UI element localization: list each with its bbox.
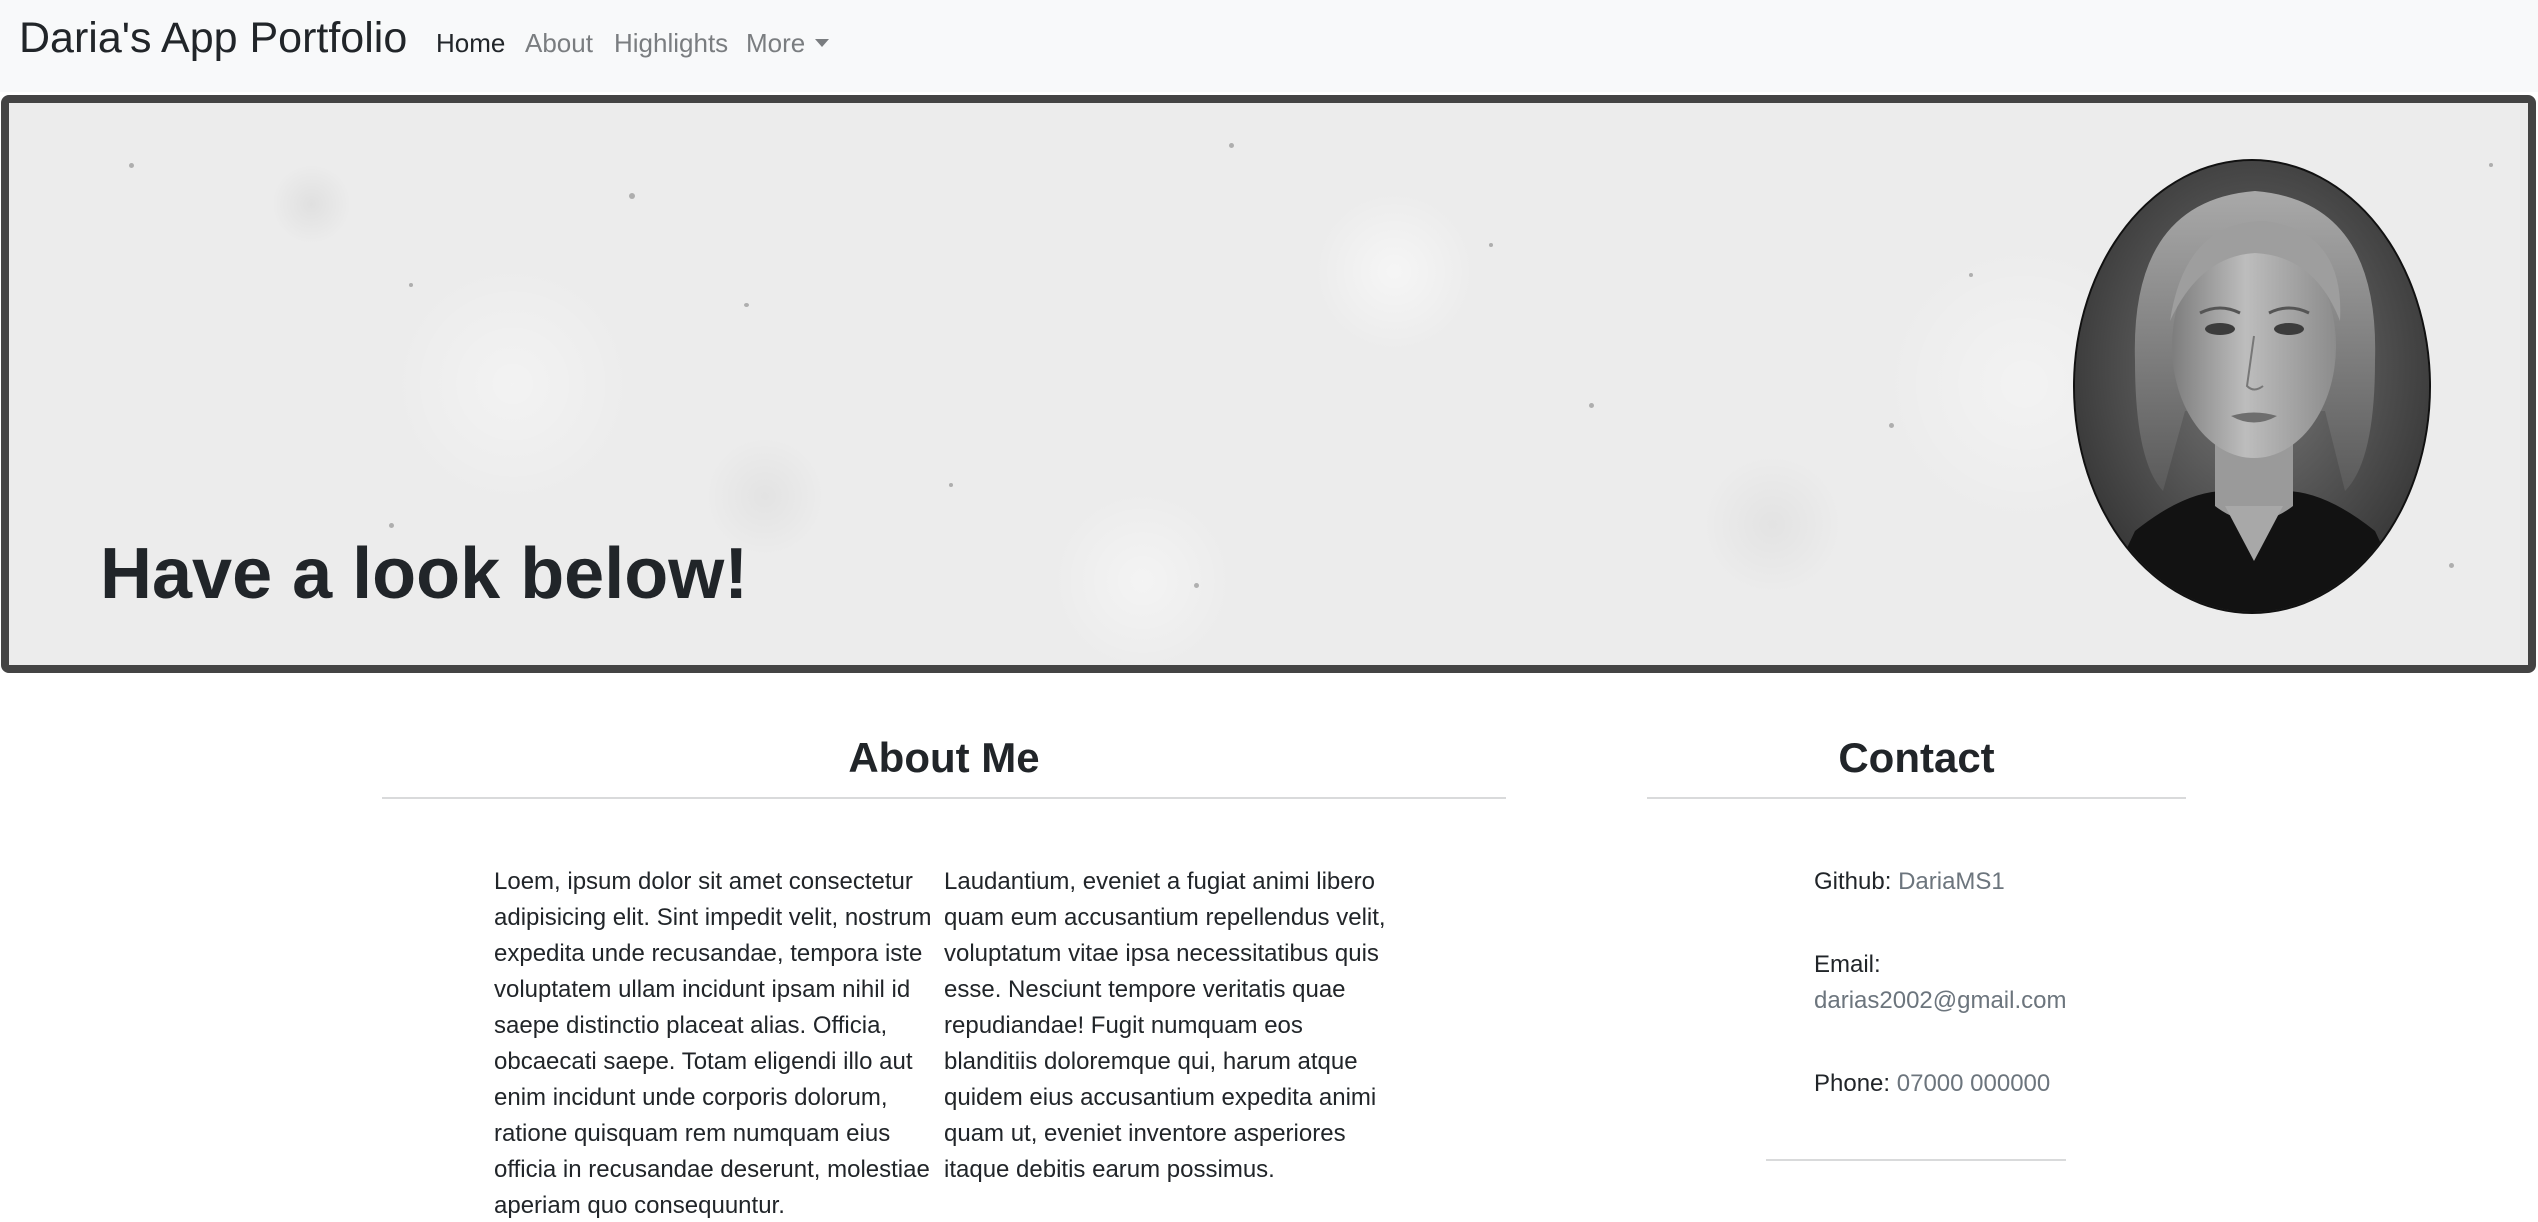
texture-speck xyxy=(2489,163,2493,167)
contact-heading: Contact xyxy=(1838,734,1995,781)
top-navbar: Daria's App Portfolio Home About Highlig… xyxy=(0,0,2538,92)
contact-bottom-divider xyxy=(1766,1159,2066,1161)
profile-portrait xyxy=(2073,159,2431,614)
nav-more-label: More xyxy=(746,28,806,58)
texture-speck xyxy=(1889,423,1894,428)
texture-speck xyxy=(1969,273,1973,277)
texture-speck xyxy=(949,483,953,487)
texture-speck xyxy=(2449,563,2454,568)
texture-speck xyxy=(629,193,635,199)
texture-speck xyxy=(744,303,749,307)
nav-link-home[interactable]: Home xyxy=(436,28,505,59)
github-link[interactable]: DariaMS1 xyxy=(1898,868,2005,895)
chevron-down-icon xyxy=(815,39,830,47)
about-divider xyxy=(382,797,1506,799)
hero-banner: Have a look below! xyxy=(1,95,2536,673)
about-heading: About Me xyxy=(848,734,1040,781)
texture-speck xyxy=(1194,583,1199,588)
texture-speck xyxy=(1229,143,1234,148)
contact-divider xyxy=(1647,797,2186,799)
texture-speck xyxy=(409,283,413,287)
contact-email: darias2002@gmail.com xyxy=(1814,983,2066,1019)
nav-link-highlights[interactable]: Highlights xyxy=(614,28,728,59)
phone-link[interactable]: 07000 000000 xyxy=(1897,1070,2051,1097)
about-paragraph-2: Laudantium, eveniet a fugiat animi liber… xyxy=(944,868,1386,1183)
brand-link[interactable]: Daria's App Portfolio xyxy=(19,14,407,63)
contact-phone: Phone: 07000 000000 xyxy=(1814,1066,2050,1102)
phone-label: Phone: xyxy=(1814,1070,1891,1097)
contact-github: Github: DariaMS1 xyxy=(1814,864,2005,900)
texture-speck xyxy=(1489,243,1493,247)
email-link[interactable]: darias2002@gmail.com xyxy=(1814,987,2066,1014)
texture-speck xyxy=(1589,403,1594,408)
texture-speck xyxy=(129,163,134,168)
texture-speck xyxy=(389,523,394,528)
github-label: Github: xyxy=(1814,868,1892,895)
email-label: Email: xyxy=(1814,951,1881,978)
nav-dropdown-more[interactable]: More xyxy=(746,28,830,59)
about-paragraph-1: Loem, ipsum dolor sit amet consectetur a… xyxy=(494,868,932,1219)
nav-link-about[interactable]: About xyxy=(525,28,593,59)
hero-title: Have a look below! xyxy=(100,534,749,614)
portrait-image xyxy=(2075,161,2429,612)
